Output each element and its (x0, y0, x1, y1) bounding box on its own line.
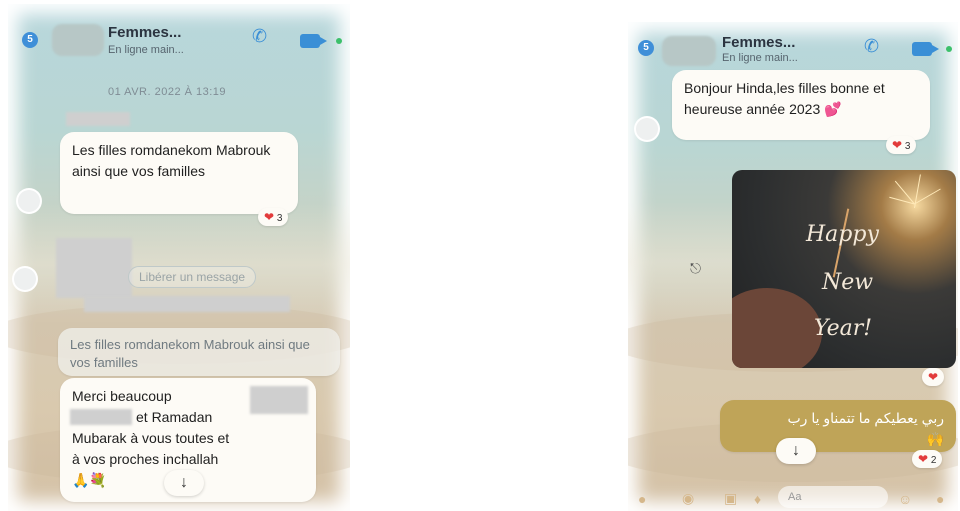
quoted-text: Les filles romdanekom Mabrouk ainsi que … (70, 337, 310, 370)
chat-title[interactable]: Femmes... (722, 34, 795, 51)
message-input[interactable]: Aa (778, 486, 888, 508)
arrow-down-icon: ↓ (180, 474, 188, 491)
arrow-down-icon: ↓ (792, 442, 800, 459)
like-icon[interactable]: ● (936, 491, 944, 507)
group-avatar[interactable] (52, 24, 104, 56)
redacted-block (56, 238, 132, 298)
sender-avatar[interactable] (14, 268, 36, 290)
date-separator: 01 AVR. 2022 À 13:19 (108, 86, 227, 98)
reply-line: à vos proches inchallah (72, 451, 219, 467)
microphone-icon[interactable]: ♦ (754, 491, 761, 507)
sender-name-redacted (66, 112, 130, 126)
quoted-message[interactable]: Les filles romdanekom Mabrouk ainsi que … (58, 328, 340, 376)
unread-count-badge: 5 (643, 42, 649, 53)
chat-title[interactable]: Femmes... (108, 24, 181, 41)
heart-icon: ❤ (918, 452, 929, 466)
right-chat-screen: 5 Femmes... En ligne main... ✆ Bonjour H… (628, 22, 958, 511)
heart-icon: ❤ (928, 370, 939, 384)
back-button[interactable]: 5 (638, 40, 654, 56)
chat-status: En ligne main... (108, 44, 184, 56)
chat-status: En ligne main... (722, 52, 798, 64)
online-status-dot (946, 46, 952, 52)
heart-icon: ❤ (892, 138, 903, 152)
group-avatar[interactable] (662, 36, 716, 66)
redacted-name (70, 409, 132, 425)
left-chat-screen: 5 Femmes... En ligne main... ✆ 01 AVR. 2… (8, 4, 350, 511)
emoji-icon[interactable]: ☺ (898, 491, 912, 507)
online-status-dot (336, 38, 342, 44)
new-year-image[interactable]: Happy New Year! (732, 170, 956, 368)
sender-avatar[interactable] (636, 118, 658, 140)
message-bubble[interactable]: Les filles romdanekom Mabrouk ainsi que … (60, 132, 298, 214)
message-text: Bonjour Hinda,les filles bonne et heureu… (684, 80, 885, 117)
phone-call-icon[interactable]: ✆ (252, 26, 267, 47)
image-caption-line: Year! (814, 316, 873, 341)
share-icon[interactable]: ⎋ (690, 260, 701, 277)
sender-avatar[interactable] (18, 190, 40, 212)
scroll-down-button[interactable]: ↓ (776, 438, 816, 464)
reaction-count: 2 (930, 455, 937, 466)
reaction-badge[interactable]: ❤ 3 (886, 136, 917, 154)
image-caption-line: Happy (806, 222, 879, 247)
reply-pill[interactable]: Libérer un message (128, 266, 257, 288)
message-input-placeholder: Aa (788, 491, 802, 503)
reaction-badge[interactable]: ❤ 2 (912, 450, 943, 468)
image-caption-line: New (822, 270, 874, 295)
phone-call-icon[interactable]: ✆ (864, 36, 879, 57)
reaction-badge[interactable]: ❤ (922, 368, 945, 386)
message-bubble[interactable]: Bonjour Hinda,les filles bonne et heureu… (672, 70, 930, 140)
arabic-message-bubble[interactable]: ربي يعطيكم ما تتمناو يا رب 🙌 (720, 400, 956, 452)
message-text: Les filles romdanekom Mabrouk ainsi que … (72, 142, 271, 179)
video-call-icon[interactable] (300, 34, 327, 48)
reaction-badge[interactable]: ❤ 3 (258, 208, 289, 226)
message-composer: ● ◉ ▣ ♦ Aa ☺ ● (628, 481, 958, 511)
back-button[interactable]: 5 (22, 32, 38, 48)
hand-shape (732, 288, 822, 368)
sparkler-spark (914, 188, 941, 205)
video-call-icon[interactable] (912, 42, 939, 56)
unread-count-badge: 5 (27, 34, 33, 45)
message-text: ربي يعطيكم ما تتمناو يا رب (787, 410, 944, 426)
camera-icon[interactable]: ◉ (682, 490, 694, 507)
heart-icon: ❤ (264, 210, 275, 224)
reaction-count: 3 (904, 141, 911, 152)
message-emojis: 🙌 (926, 431, 944, 447)
photo-icon[interactable]: ▣ (724, 490, 737, 507)
scroll-down-button[interactable]: ↓ (164, 470, 204, 496)
redacted-block (250, 386, 308, 414)
chat-header: 5 Femmes... En ligne main... ✆ (8, 4, 350, 64)
reply-line: Mubarak à vous toutes et (72, 430, 230, 446)
menu-icon[interactable]: ● (638, 491, 646, 507)
redacted-block (84, 296, 290, 312)
reaction-count: 3 (276, 213, 283, 224)
